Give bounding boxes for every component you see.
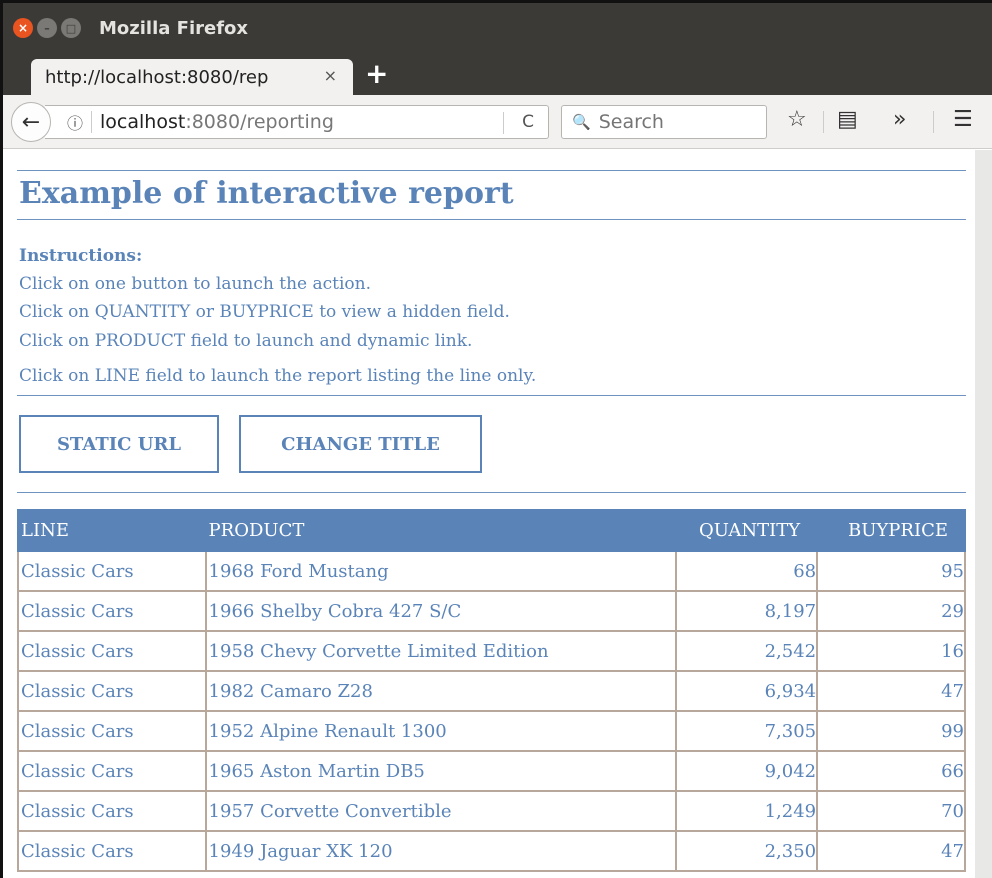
cell-quantity[interactable]: 2,350 xyxy=(675,830,819,872)
table-row: Classic Cars 1965 Aston Martin DB5 9,042… xyxy=(17,750,966,792)
search-box[interactable]: 🔍 xyxy=(561,105,767,139)
hamburger-menu-icon[interactable]: ☰ xyxy=(953,107,973,132)
cell-buyprice[interactable]: 66 xyxy=(816,750,966,792)
cell-quantity[interactable]: 6,934 xyxy=(675,670,819,712)
url-host: localhost xyxy=(100,111,186,133)
divider xyxy=(17,395,966,396)
page-content: Example of interactive report Instructio… xyxy=(3,150,975,878)
vertical-scrollbar[interactable] xyxy=(975,150,992,878)
instruction-line: Click on one button to launch the action… xyxy=(19,274,371,294)
instruction-line: Click on QUANTITY or BUYPRICE to view a … xyxy=(19,302,510,322)
cell-quantity[interactable]: 9,042 xyxy=(675,750,819,792)
column-header-quantity[interactable]: QUANTITY xyxy=(675,509,819,552)
column-header-buyprice[interactable]: BUYPRICE xyxy=(816,509,966,552)
reload-separator xyxy=(503,112,504,134)
new-tab-icon[interactable]: + xyxy=(365,57,388,90)
url-path: :8080/reporting xyxy=(185,111,334,133)
instruction-line: Click on LINE field to launch the report… xyxy=(19,366,537,386)
cell-line[interactable]: Classic Cars xyxy=(17,670,207,712)
divider xyxy=(17,492,966,493)
cell-quantity[interactable]: 68 xyxy=(675,550,819,592)
column-header-product[interactable]: PRODUCT xyxy=(204,509,678,552)
cell-quantity[interactable]: 8,197 xyxy=(675,590,819,632)
static-url-button[interactable]: STATIC URL xyxy=(19,415,219,473)
cell-buyprice[interactable]: 47 xyxy=(816,670,966,712)
cell-product[interactable]: 1965 Aston Martin DB5 xyxy=(204,750,678,792)
cell-line[interactable]: Classic Cars xyxy=(17,630,207,672)
cell-buyprice[interactable]: 16 xyxy=(816,630,966,672)
tab-strip: http://localhost:8080/rep × + xyxy=(3,53,992,95)
cell-product[interactable]: 1952 Alpine Renault 1300 xyxy=(204,710,678,752)
table-header-row: LINE PRODUCT QUANTITY BUYPRICE xyxy=(17,509,966,552)
cell-quantity[interactable]: 1,249 xyxy=(675,790,819,832)
browser-tab[interactable]: http://localhost:8080/rep × xyxy=(31,59,353,95)
cell-buyprice[interactable]: 95 xyxy=(816,550,966,592)
search-input[interactable] xyxy=(596,110,757,134)
back-arrow-icon: ← xyxy=(21,109,41,135)
cell-product[interactable]: 1957 Corvette Convertible xyxy=(204,790,678,832)
cell-line[interactable]: Classic Cars xyxy=(17,790,207,832)
toolbar-separator xyxy=(933,111,934,133)
url-separator xyxy=(91,111,93,133)
cell-line[interactable]: Classic Cars xyxy=(17,550,207,592)
url-bar[interactable]: ⓘ localhost :8080/reporting C xyxy=(45,105,549,139)
table-row: Classic Cars 1949 Jaguar XK 120 2,350 47 xyxy=(17,830,966,872)
report-table: LINE PRODUCT QUANTITY BUYPRICE Classic C… xyxy=(17,509,966,872)
overflow-chevron-icon[interactable]: » xyxy=(893,107,906,132)
tab-close-icon[interactable]: × xyxy=(324,66,337,85)
table-row: Classic Cars 1952 Alpine Renault 1300 7,… xyxy=(17,710,966,752)
info-icon[interactable]: ⓘ xyxy=(67,110,83,134)
library-icon[interactable]: ▤ xyxy=(837,107,858,132)
cell-buyprice[interactable]: 29 xyxy=(816,590,966,632)
cell-buyprice[interactable]: 99 xyxy=(816,710,966,752)
search-icon: 🔍 xyxy=(572,113,591,131)
cell-product[interactable]: 1982 Camaro Z28 xyxy=(204,670,678,712)
bookmark-star-icon[interactable]: ☆ xyxy=(787,107,807,132)
navigation-toolbar: ⓘ localhost :8080/reporting C ← 🔍 ☆ ▤ » … xyxy=(3,95,992,149)
table-row: Classic Cars 1966 Shelby Cobra 427 S/C 8… xyxy=(17,590,966,632)
window-minimize-icon[interactable]: – xyxy=(37,18,57,38)
toolbar-separator xyxy=(823,111,824,133)
window-close-icon[interactable]: × xyxy=(13,18,33,38)
cell-product[interactable]: 1949 Jaguar XK 120 xyxy=(204,830,678,872)
table-row: Classic Cars 1957 Corvette Convertible 1… xyxy=(17,790,966,832)
tab-title: http://localhost:8080/rep xyxy=(45,66,269,88)
reload-icon[interactable]: C xyxy=(522,112,534,132)
cell-quantity[interactable]: 7,305 xyxy=(675,710,819,752)
cell-line[interactable]: Classic Cars xyxy=(17,830,207,872)
divider xyxy=(17,170,966,171)
cell-buyprice[interactable]: 70 xyxy=(816,790,966,832)
window-title: Mozilla Firefox xyxy=(99,17,249,39)
table-row: Classic Cars 1982 Camaro Z28 6,934 47 xyxy=(17,670,966,712)
instruction-line: Click on PRODUCT field to launch and dyn… xyxy=(19,331,473,351)
column-header-line[interactable]: LINE xyxy=(17,509,207,552)
change-title-button[interactable]: CHANGE TITLE xyxy=(239,415,482,473)
cell-line[interactable]: Classic Cars xyxy=(17,590,207,632)
title-bar: × – □ Mozilla Firefox xyxy=(3,3,992,53)
window-maximize-icon[interactable]: □ xyxy=(61,18,81,38)
instructions-heading: Instructions: xyxy=(19,246,143,266)
cell-line[interactable]: Classic Cars xyxy=(17,750,207,792)
table-row: Classic Cars 1968 Ford Mustang 68 95 xyxy=(17,550,966,592)
cell-buyprice[interactable]: 47 xyxy=(816,830,966,872)
cell-line[interactable]: Classic Cars xyxy=(17,710,207,752)
divider xyxy=(17,219,966,220)
cell-product[interactable]: 1958 Chevy Corvette Limited Edition xyxy=(204,630,678,672)
table-row: Classic Cars 1958 Chevy Corvette Limited… xyxy=(17,630,966,672)
cell-product[interactable]: 1968 Ford Mustang xyxy=(204,550,678,592)
cell-product[interactable]: 1966 Shelby Cobra 427 S/C xyxy=(204,590,678,632)
back-button[interactable]: ← xyxy=(11,102,51,142)
page-title: Example of interactive report xyxy=(19,176,514,211)
cell-quantity[interactable]: 2,542 xyxy=(675,630,819,672)
